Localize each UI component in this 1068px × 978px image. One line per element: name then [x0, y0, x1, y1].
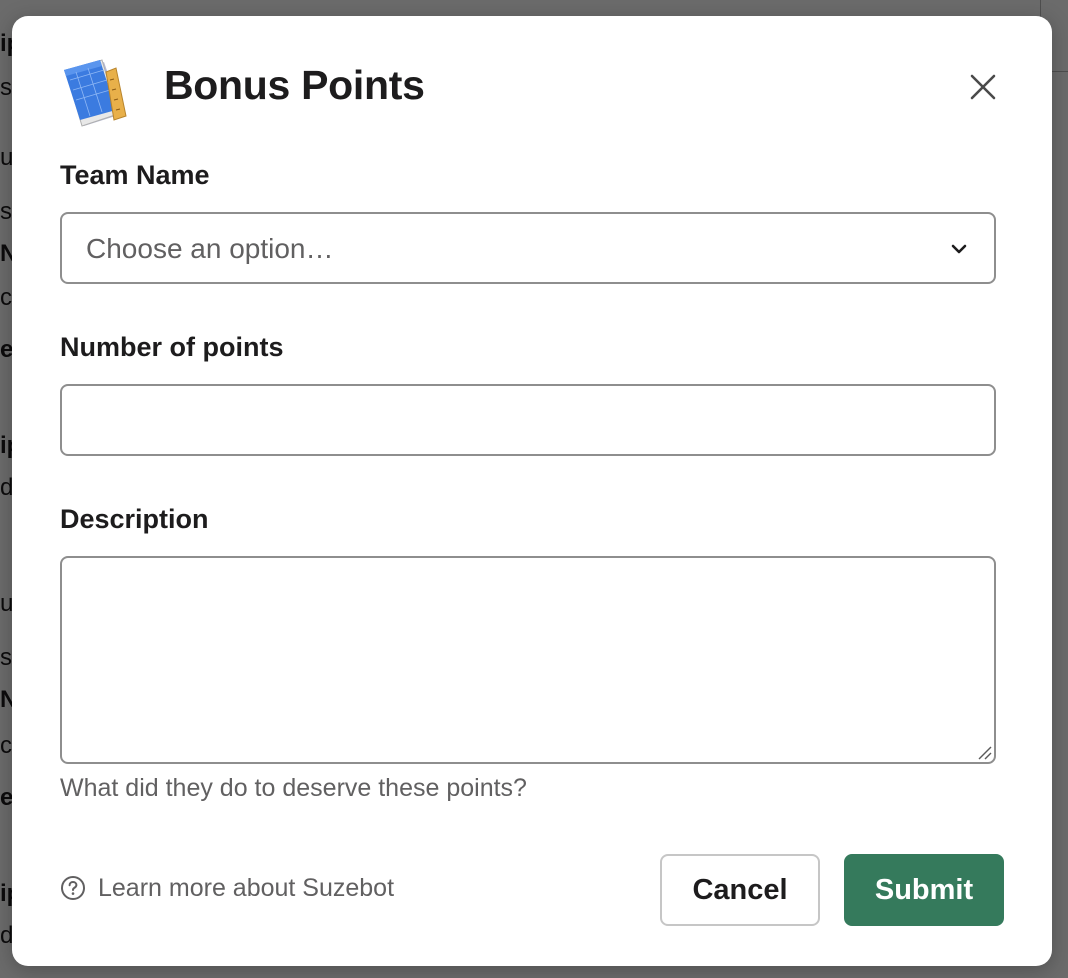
learn-more-link[interactable]: Learn more about Suzebot	[60, 872, 394, 904]
submit-button[interactable]: Submit	[844, 854, 1004, 926]
blueprint-book-icon	[62, 58, 128, 128]
team-name-select[interactable]: Choose an option…	[60, 212, 996, 284]
team-name-label: Team Name	[60, 160, 210, 190]
points-input[interactable]	[60, 384, 996, 456]
close-icon	[970, 74, 996, 100]
team-name-placeholder: Choose an option…	[86, 233, 334, 264]
close-button[interactable]	[962, 66, 1004, 108]
description-textarea[interactable]	[60, 556, 996, 764]
points-label: Number of points	[60, 332, 284, 362]
question-circle-icon	[61, 876, 85, 900]
bonus-points-modal: Bonus Points Team Name Choose an option……	[12, 16, 1052, 966]
modal-title: Bonus Points	[164, 62, 425, 108]
description-label: Description	[60, 504, 209, 534]
modal-header: Bonus Points	[12, 16, 1052, 156]
resize-handle-icon[interactable]	[976, 744, 992, 760]
cancel-button[interactable]: Cancel	[660, 854, 820, 926]
learn-more-link-text: Learn more about Suzebot	[98, 874, 395, 902]
chevron-down-icon	[951, 244, 967, 254]
description-hint: What did they do to deserve these points…	[60, 774, 527, 802]
